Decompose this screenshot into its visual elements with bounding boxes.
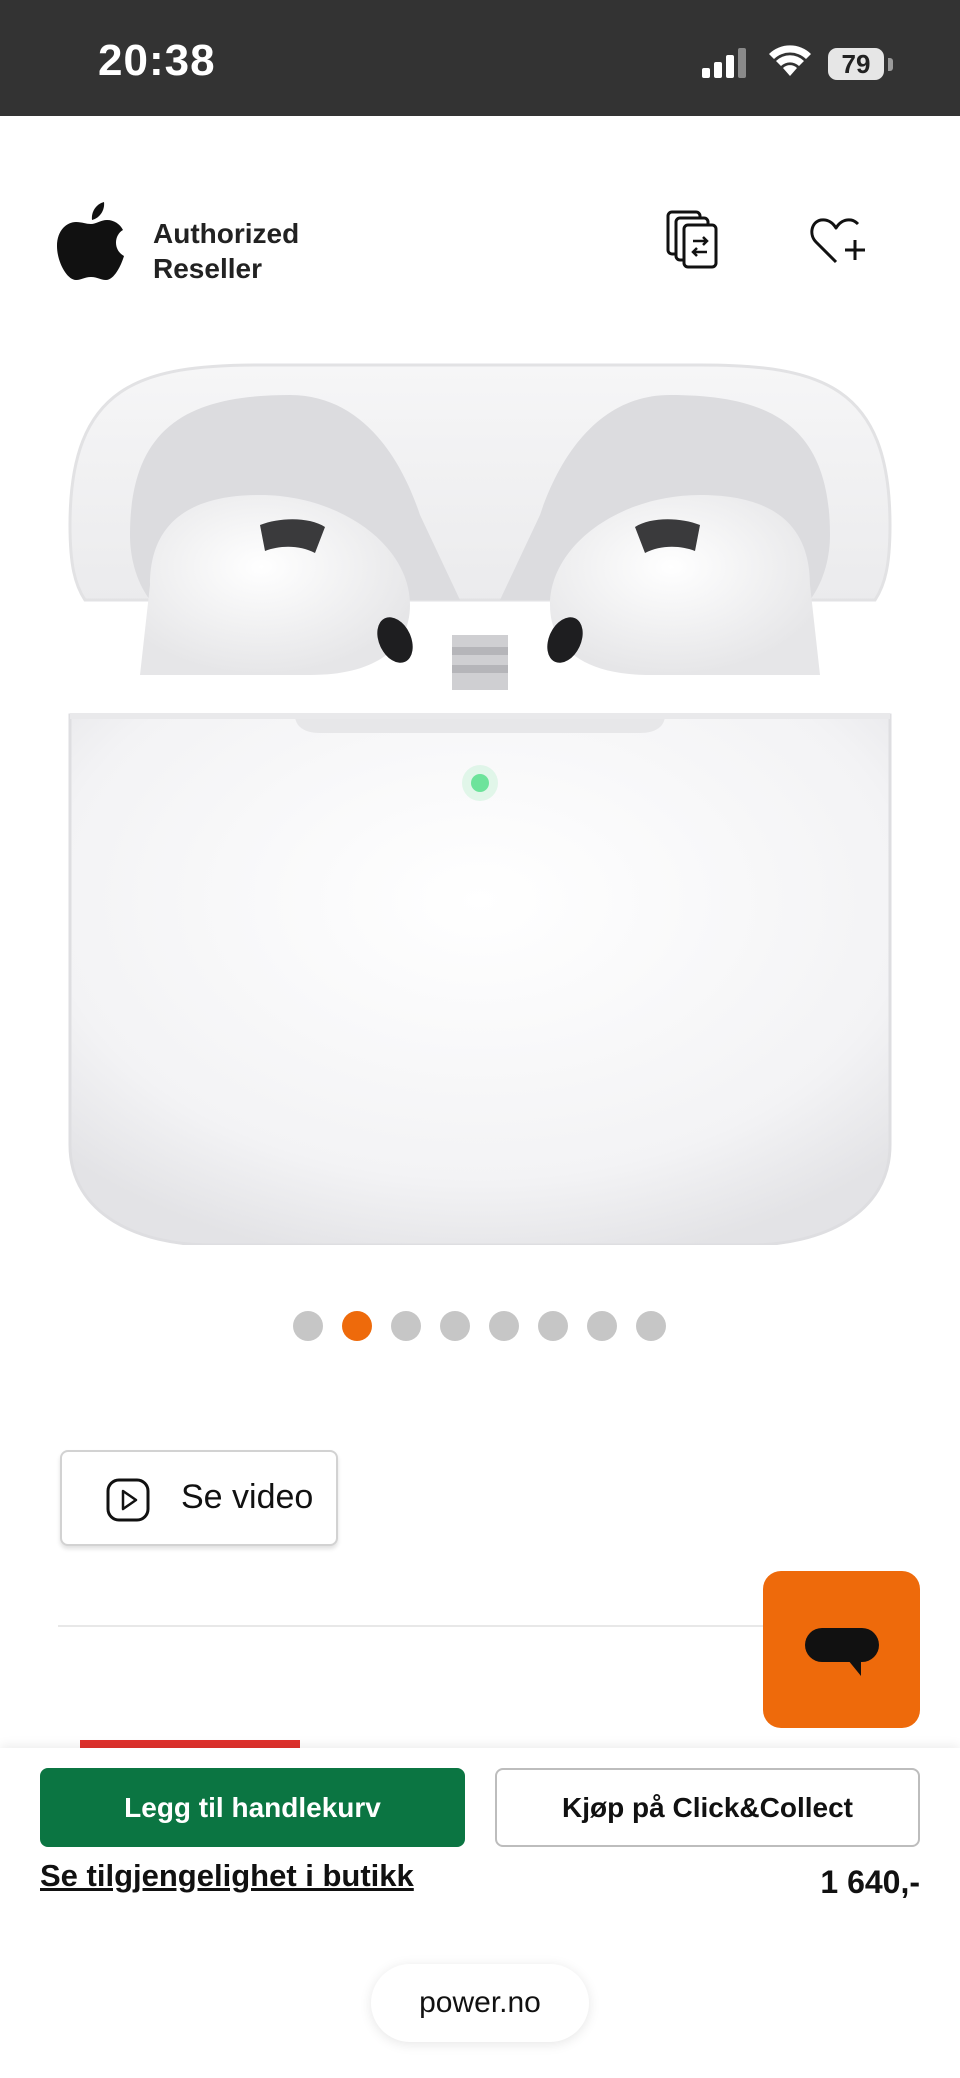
gallery-dot[interactable]	[391, 1311, 421, 1341]
see-video-button[interactable]: Se video	[60, 1450, 338, 1546]
reseller-line-2: Reseller	[153, 253, 262, 284]
wishlist-button[interactable]	[808, 210, 868, 270]
gallery-dot-active[interactable]	[342, 1311, 372, 1341]
add-to-cart-button[interactable]: Legg til handlekurv	[40, 1768, 465, 1847]
product-image[interactable]	[60, 355, 900, 1245]
divider	[58, 1625, 778, 1627]
price: 1 640,-	[820, 1864, 920, 1900]
cellular-signal-icon	[702, 48, 746, 78]
purchase-bar: Legg til handlekurv Kjøp på Click&Collec…	[0, 1748, 960, 2078]
reseller-line-1: Authorized	[153, 218, 300, 249]
gallery-dot[interactable]	[636, 1311, 666, 1341]
battery-icon: 79	[828, 48, 884, 80]
play-icon	[106, 1478, 150, 1522]
see-video-label: Se video	[181, 1478, 314, 1516]
chat-button[interactable]	[763, 1571, 920, 1728]
gallery-dot[interactable]	[440, 1311, 470, 1341]
browser-url-pill[interactable]: power.no	[371, 1964, 589, 2042]
heart-plus-icon	[810, 218, 865, 264]
gallery-dot[interactable]	[587, 1311, 617, 1341]
compare-button[interactable]	[664, 208, 724, 272]
wifi-icon	[769, 45, 811, 76]
compare-icon	[666, 210, 718, 269]
chat-bubble-icon	[805, 1628, 879, 1676]
click-collect-button[interactable]: Kjøp på Click&Collect	[495, 1768, 920, 1847]
gallery-pagination	[293, 1311, 666, 1341]
status-time: 20:38	[98, 36, 216, 85]
store-availability-link[interactable]: Se tilgjengelighet i butikk	[40, 1858, 414, 1894]
apple-logo	[57, 202, 124, 280]
gallery-dot[interactable]	[293, 1311, 323, 1341]
authorized-reseller-label: Authorized Reseller	[153, 216, 299, 286]
battery-nub	[888, 58, 893, 71]
gallery-dot[interactable]	[489, 1311, 519, 1341]
gallery-dot[interactable]	[538, 1311, 568, 1341]
status-bar: 20:38 79	[0, 0, 960, 116]
